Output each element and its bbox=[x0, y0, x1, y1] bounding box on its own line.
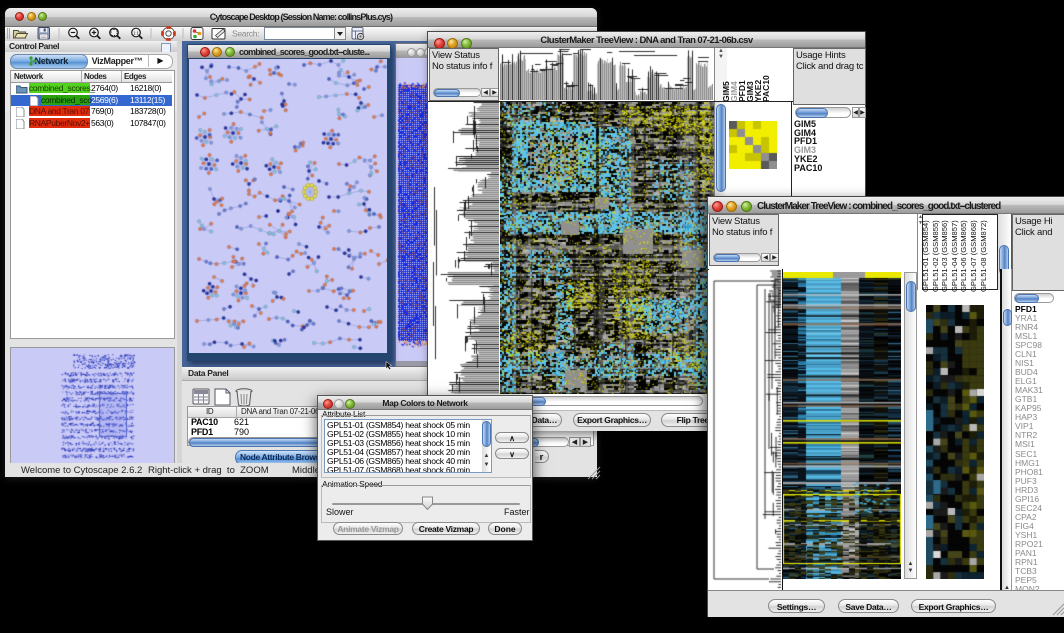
svg-text:1:1: 1:1 bbox=[133, 30, 139, 35]
svg-text:Search:: Search: bbox=[232, 29, 259, 39]
